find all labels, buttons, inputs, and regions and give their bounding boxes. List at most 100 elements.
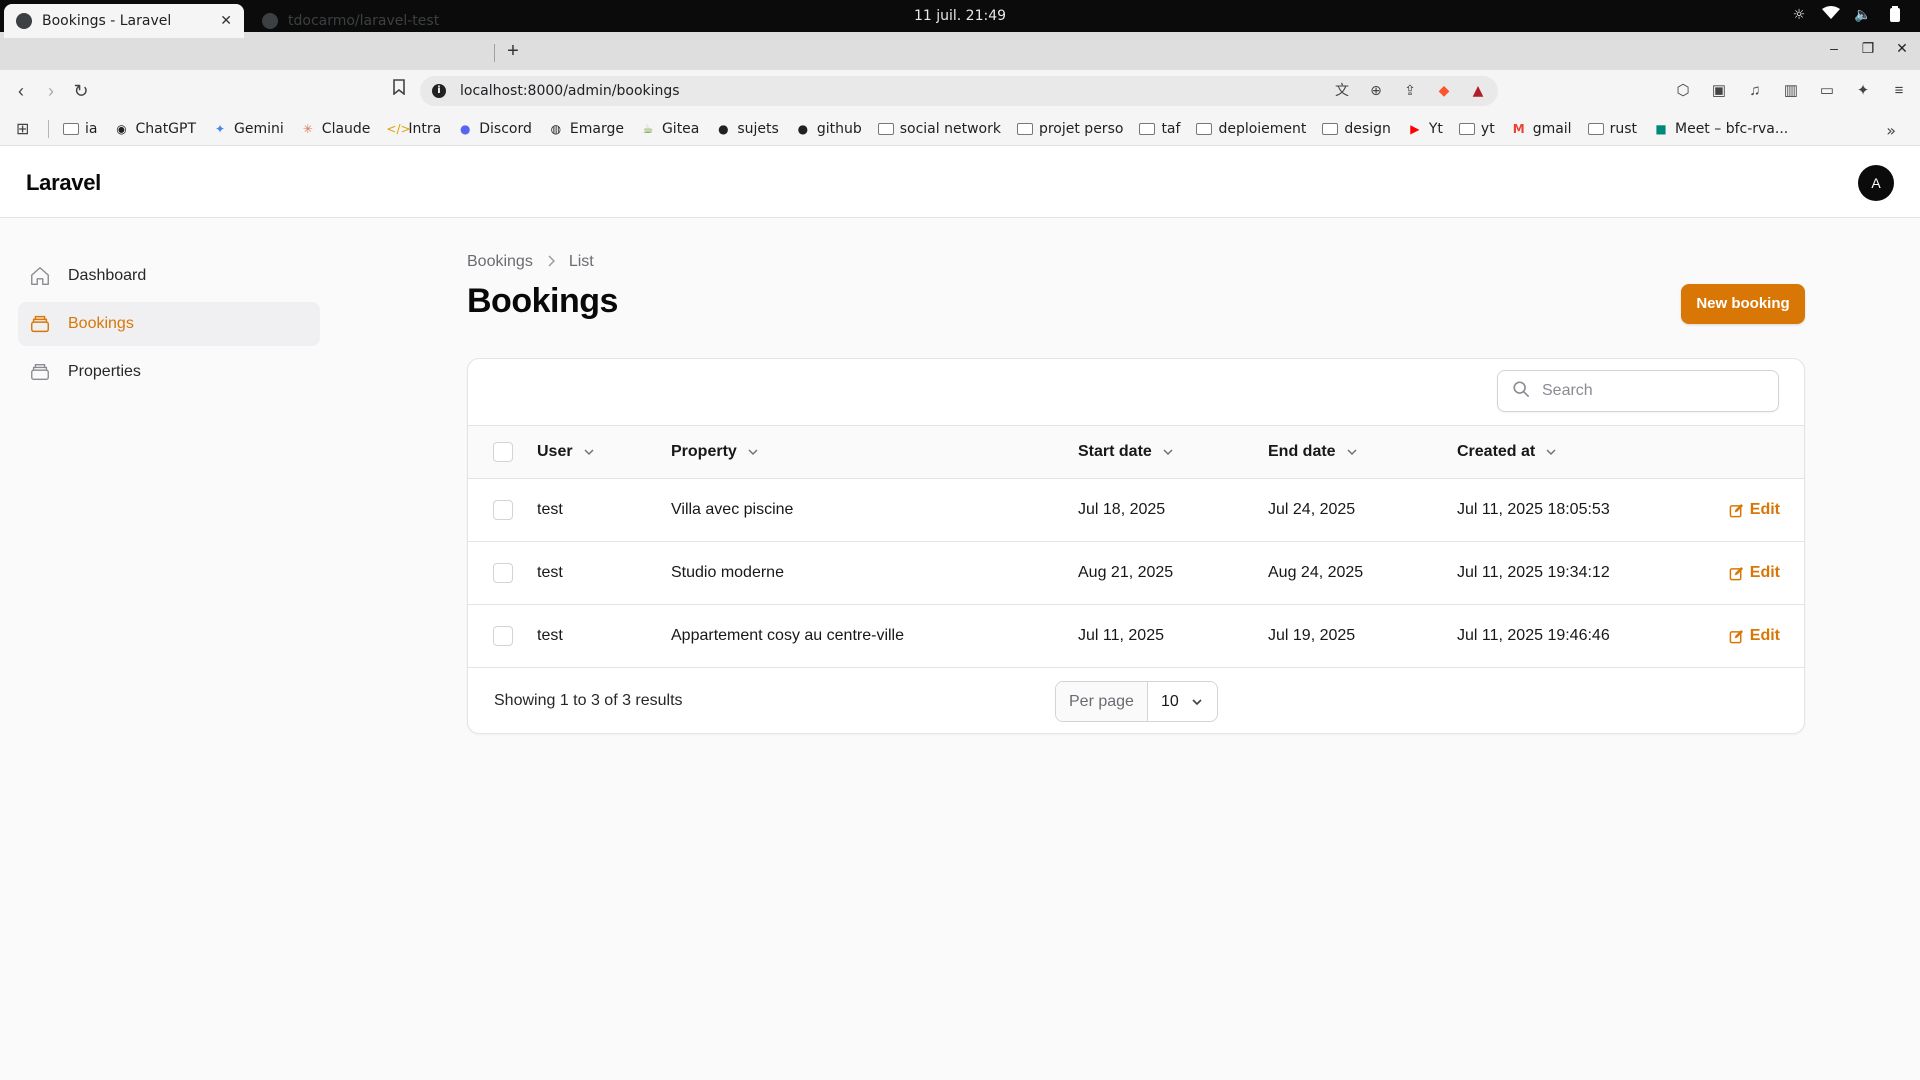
bookmark-chatgpt[interactable]: ◉ ChatGPT xyxy=(113,121,196,137)
bookmark-yt-channel[interactable]: ▶ Yt xyxy=(1407,121,1443,137)
bookmark-label: github xyxy=(816,120,862,137)
tab-search-icon[interactable]: ▣ xyxy=(1708,80,1730,102)
browser-tab-bookings[interactable]: Bookings - Laravel ✕ xyxy=(4,4,244,38)
chevron-down-icon xyxy=(1347,449,1357,456)
gemini-icon: ✦ xyxy=(215,121,226,136)
column-end-date[interactable]: End date xyxy=(1268,443,1358,461)
bookmark-design[interactable]: design xyxy=(1322,121,1391,137)
edit-button[interactable]: Edit xyxy=(1729,627,1780,645)
bookmark-sujets[interactable]: ● sujets xyxy=(715,121,779,137)
bookmarks-bar: ⊞ ia ◉ ChatGPT ✦ Gemini ✳ Claude </> Intra ●… xyxy=(0,112,1920,146)
bookmark-projet-perso[interactable]: projet perso xyxy=(1016,121,1123,137)
more-bookmarks-icon[interactable]: » xyxy=(1886,121,1896,140)
sidebar-icon[interactable]: ▥ xyxy=(1780,80,1802,102)
back-icon[interactable]: ‹ xyxy=(8,78,34,104)
sidebar-item-label: Bookings xyxy=(68,315,134,332)
folder-icon xyxy=(1458,122,1475,135)
brightness-icon: ☼ xyxy=(1792,7,1806,23)
bookmark-github[interactable]: ● github xyxy=(795,121,862,137)
forward-icon[interactable]: › xyxy=(38,78,64,104)
row-checkbox[interactable] xyxy=(493,500,513,520)
new-tab-button[interactable]: + xyxy=(500,38,526,64)
page-title: Bookings xyxy=(467,282,618,320)
zoom-icon[interactable]: ⊕ xyxy=(1366,81,1386,101)
column-label: Start date xyxy=(1078,443,1152,460)
bookmark-ia[interactable]: ia xyxy=(63,121,97,137)
brave-shield-icon[interactable]: ◆ xyxy=(1434,81,1454,101)
url-text[interactable]: localhost:8000/admin/bookings xyxy=(460,83,680,99)
breadcrumb-bookings[interactable]: Bookings xyxy=(467,253,533,271)
share-icon[interactable]: ⇪ xyxy=(1400,81,1420,101)
reload-icon[interactable]: ↻ xyxy=(68,78,94,104)
folder-icon xyxy=(1139,122,1156,135)
bookmark-deploiement[interactable]: deploiement xyxy=(1196,121,1306,137)
row-checkbox[interactable] xyxy=(493,563,513,583)
media-icon[interactable]: ♫ xyxy=(1744,80,1766,102)
select-all-checkbox[interactable] xyxy=(493,442,513,462)
column-label: Property xyxy=(671,443,737,460)
bookmark-social-network[interactable]: social network xyxy=(877,121,1001,137)
menu-icon[interactable]: ≡ xyxy=(1888,80,1910,102)
new-booking-button[interactable]: New booking xyxy=(1681,284,1805,324)
browser-tab-github[interactable]: tdocarmo/laravel-test xyxy=(250,4,490,38)
stack-icon xyxy=(28,360,52,384)
bookmark-gemini[interactable]: ✦ Gemini xyxy=(212,121,284,137)
bookmark-discord[interactable]: ● Discord xyxy=(457,121,532,137)
search-field[interactable] xyxy=(1497,370,1779,412)
cell-property: Studio moderne xyxy=(671,564,784,581)
close-window-icon[interactable]: ✕ xyxy=(1894,40,1910,56)
bookmark-taf[interactable]: taf xyxy=(1139,121,1180,137)
bookmark-label: deploiement xyxy=(1218,120,1307,137)
brave-rewards-icon[interactable]: ▲ xyxy=(1468,81,1488,101)
search-input[interactable] xyxy=(1542,382,1762,400)
bookmark-emarge[interactable]: ◍ Emarge xyxy=(548,121,624,137)
sidebar-item-properties[interactable]: Properties xyxy=(18,350,320,394)
app-header: Laravel A xyxy=(0,146,1920,218)
bookmark-intra[interactable]: </> Intra xyxy=(386,121,441,137)
home-icon xyxy=(28,264,52,288)
site-info-icon[interactable]: i xyxy=(432,84,446,98)
row-checkbox[interactable] xyxy=(493,626,513,646)
chevron-down-icon xyxy=(1163,449,1173,456)
column-user[interactable]: User xyxy=(537,443,595,461)
os-status-area[interactable]: ☼ 🔈 xyxy=(1790,6,1904,24)
edit-icon xyxy=(1729,566,1743,580)
sidebar-item-dashboard[interactable]: Dashboard xyxy=(18,254,320,298)
bookmark-gitea[interactable]: ☕ Gitea xyxy=(640,120,700,137)
chatgpt-icon: ◉ xyxy=(116,121,127,136)
translate-icon[interactable]: 文 xyxy=(1332,81,1352,101)
sidebar-nav: Dashboard Bookings Properties xyxy=(18,254,320,398)
column-created-at[interactable]: Created at xyxy=(1457,443,1557,461)
minimize-icon[interactable]: – xyxy=(1826,40,1842,56)
maximize-icon[interactable]: ❐ xyxy=(1860,40,1876,56)
os-clock[interactable]: 11 juil. 21:49 xyxy=(914,8,1006,24)
bookmark-claude[interactable]: ✳ Claude xyxy=(300,121,371,137)
bookmark-meet[interactable]: ■ Meet – bfc-rva... xyxy=(1653,121,1788,137)
globe-icon xyxy=(16,13,32,29)
bookmark-label: taf xyxy=(1161,120,1181,137)
app-brand[interactable]: Laravel xyxy=(26,170,101,196)
sidebar-item-bookings[interactable]: Bookings xyxy=(18,302,320,346)
per-page-value: 10 xyxy=(1160,693,1179,710)
column-start-date[interactable]: Start date xyxy=(1078,443,1174,461)
edit-button[interactable]: Edit xyxy=(1729,501,1780,519)
avatar[interactable]: A xyxy=(1858,165,1894,201)
close-icon[interactable]: ✕ xyxy=(220,13,232,29)
cell-created-at: Jul 11, 2025 19:46:46 xyxy=(1457,627,1610,644)
bookmark-icon[interactable] xyxy=(386,78,412,104)
edit-button[interactable]: Edit xyxy=(1729,564,1780,582)
bookmark-label: Gitea xyxy=(661,120,700,137)
tab-title: tdocarmo/laravel-test xyxy=(288,13,440,29)
bookmark-yt-folder[interactable]: yt xyxy=(1458,121,1495,137)
address-bar[interactable]: i localhost:8000/admin/bookings 文 ⊕ ⇪ ◆ … xyxy=(420,76,1498,106)
per-page-select[interactable]: 10 xyxy=(1148,682,1217,721)
wallet-icon[interactable]: ▭ xyxy=(1816,80,1838,102)
leo-ai-icon[interactable]: ✦ xyxy=(1852,80,1874,102)
extensions-icon[interactable]: ⬡ xyxy=(1672,80,1694,102)
apps-grid-icon[interactable]: ⊞ xyxy=(16,119,34,138)
bookmark-rust[interactable]: rust xyxy=(1587,121,1637,137)
column-property[interactable]: Property xyxy=(671,443,759,461)
column-label: Created at xyxy=(1457,443,1536,460)
cell-user: test xyxy=(537,501,563,518)
bookmark-gmail[interactable]: Mgmail xyxy=(1511,121,1572,137)
